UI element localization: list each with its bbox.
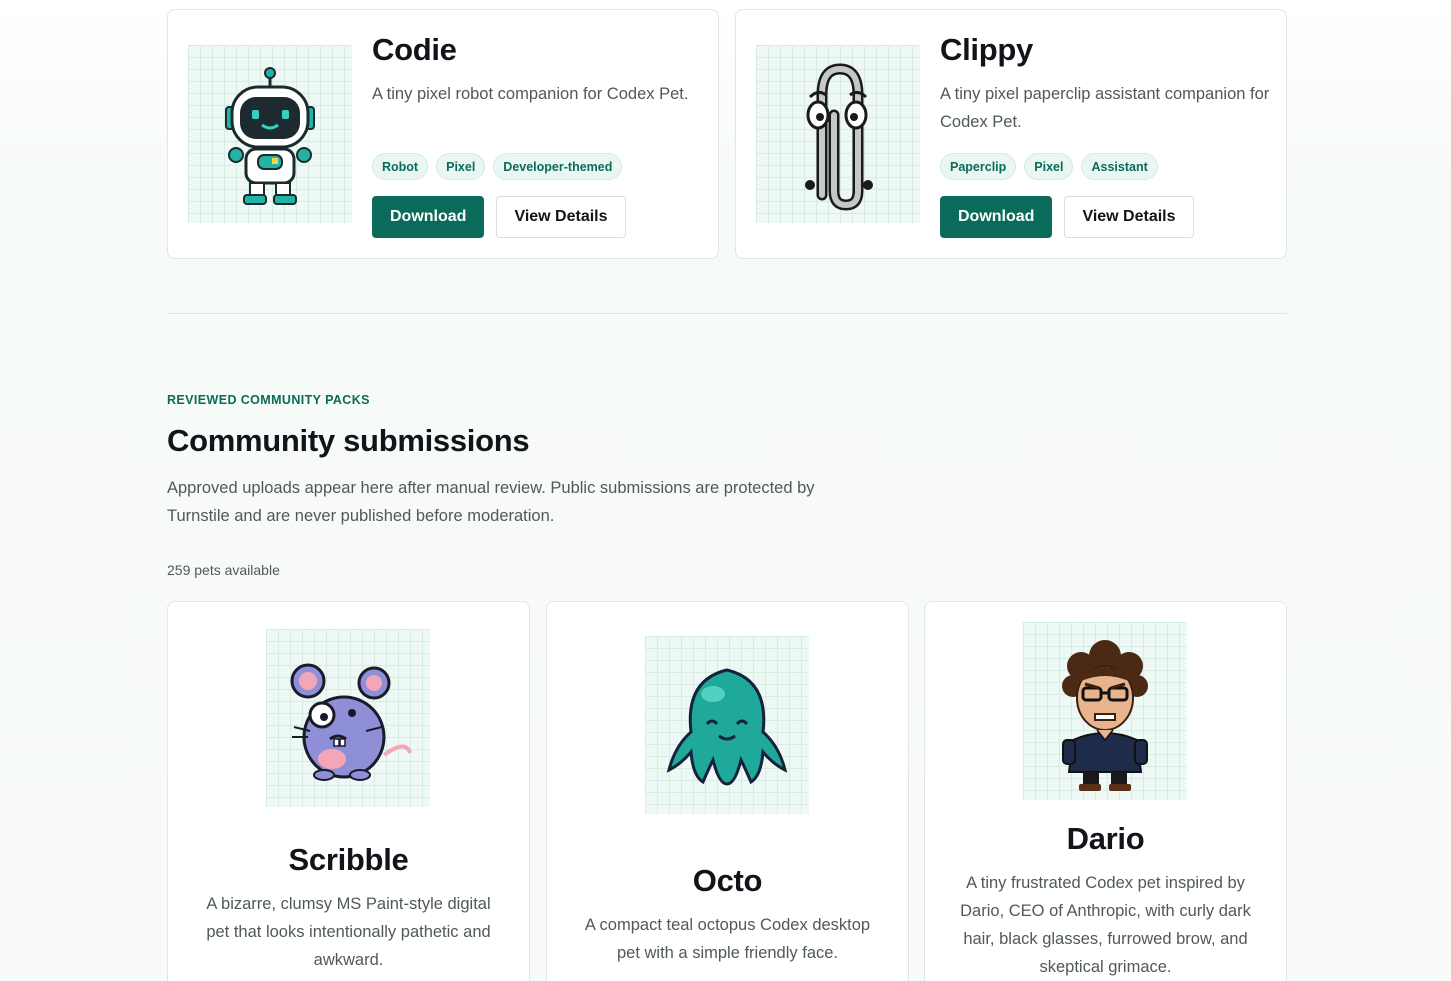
tag: Developer-themed	[493, 153, 623, 180]
robot-pet-icon	[225, 67, 315, 205]
view-details-button[interactable]: View Details	[1064, 196, 1194, 238]
featured-card-clippy: Clippy A tiny pixel paperclip assistant …	[735, 9, 1287, 259]
download-button[interactable]: Download	[372, 196, 485, 238]
download-button[interactable]: Download	[940, 196, 1053, 238]
tag-list: Robot Pixel Developer-themed	[372, 153, 623, 180]
tag: Pixel	[1024, 153, 1074, 180]
pet-description: A tiny frustrated Codex pet inspired by …	[960, 874, 1251, 976]
pet-thumbnail[interactable]	[188, 45, 352, 223]
card-actions: Download View Details	[372, 196, 626, 238]
pet-description: A tiny pixel paperclip assistant compani…	[940, 85, 1270, 131]
pet-title: Clippy	[940, 32, 1033, 67]
tag: Robot	[372, 153, 429, 180]
community-card-dario[interactable]: Dario A tiny frustrated Codex pet inspir…	[924, 601, 1287, 981]
pet-thumbnail[interactable]	[1023, 622, 1187, 800]
section-title: Community submissions	[167, 423, 530, 458]
pet-title: Octo	[692, 863, 763, 898]
paperclip-pet-icon	[805, 63, 873, 211]
tag: Pixel	[436, 153, 486, 180]
pet-title: Codie	[372, 32, 457, 67]
community-card-octo[interactable]: Octo A compact teal octopus Codex deskto…	[546, 601, 909, 981]
pet-description: A tiny pixel robot companion for Codex P…	[372, 85, 689, 103]
pet-thumbnail[interactable]	[645, 636, 809, 814]
mouse-pet-icon	[290, 663, 412, 781]
tag: Paperclip	[940, 153, 1017, 180]
featured-card-codie: Codie A tiny pixel robot companion for C…	[167, 9, 719, 259]
person-pet-icon	[1062, 640, 1148, 791]
pet-count: 259 pets available	[167, 562, 280, 578]
section-eyebrow: REVIEWED COMMUNITY PACKS	[167, 393, 370, 407]
page: Codie A tiny pixel robot companion for C…	[0, 0, 1451, 981]
tag-list: Paperclip Pixel Assistant	[940, 153, 1158, 180]
view-details-button[interactable]: View Details	[496, 196, 626, 238]
tag: Assistant	[1081, 153, 1158, 180]
section-description: Approved uploads appear here after manua…	[167, 479, 815, 525]
pet-title: Dario	[1066, 821, 1145, 856]
section-divider	[167, 313, 1287, 314]
pet-description: A bizarre, clumsy MS Paint-style digital…	[206, 895, 491, 969]
pet-thumbnail[interactable]	[756, 45, 920, 223]
community-card-scribble[interactable]: Scribble A bizarre, clumsy MS Paint-styl…	[167, 601, 530, 981]
card-actions: Download View Details	[940, 196, 1194, 238]
octopus-pet-icon	[666, 668, 788, 786]
pet-description: A compact teal octopus Codex desktop pet…	[584, 916, 871, 962]
pet-thumbnail[interactable]	[266, 629, 430, 807]
pet-title: Scribble	[288, 842, 409, 877]
